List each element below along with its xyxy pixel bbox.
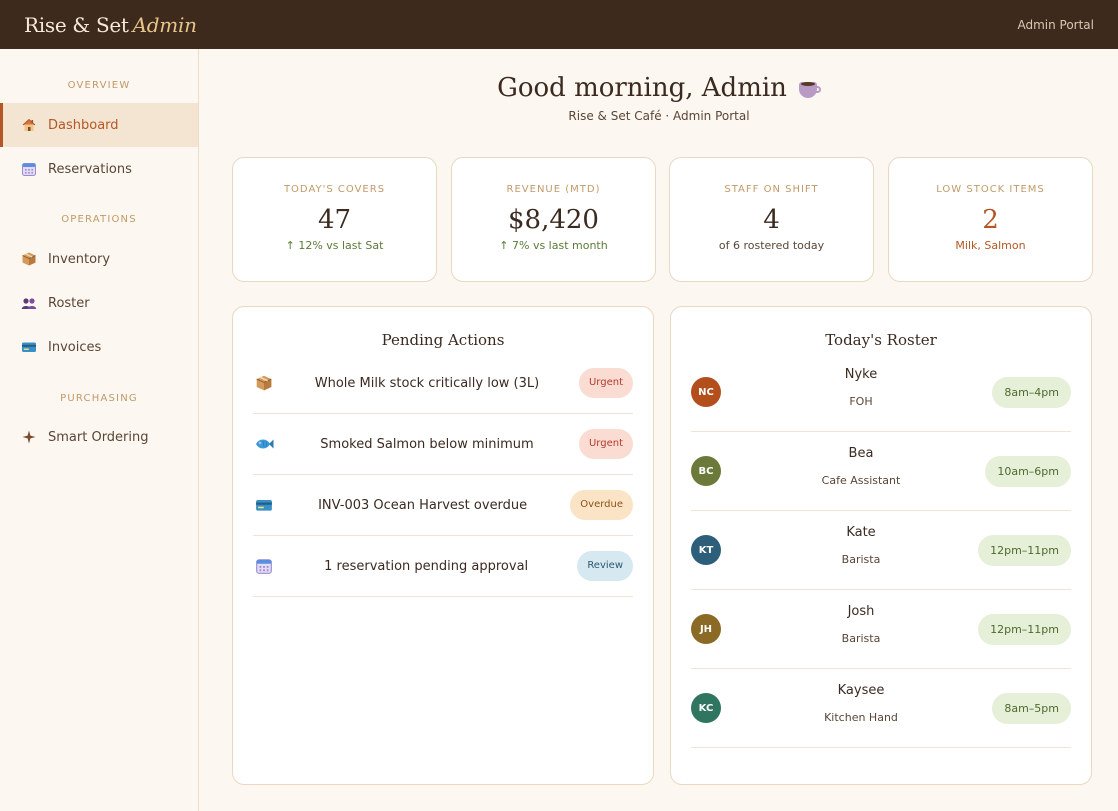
avatar: KT <box>691 535 721 565</box>
avatar: NC <box>691 377 721 407</box>
shift-badge: 12pm–11pm <box>978 535 1071 566</box>
stat-value: 4 <box>763 205 780 235</box>
stat-detail: of 6 rostered today <box>718 239 825 252</box>
stat-card-revenue: REVENUE (MTD) $8,420 ↑ 7% vs last month <box>451 157 656 282</box>
avatar: JH <box>691 614 721 644</box>
sparkle-icon <box>20 428 38 446</box>
staff-name: Josh <box>847 604 875 619</box>
calendar-icon <box>253 555 275 577</box>
status-badge: Review <box>577 551 633 581</box>
roster-row[interactable]: BC Bea Cafe Assistant 10am–6pm <box>691 432 1071 511</box>
action-text: Smoked Salmon below minimum <box>320 436 534 452</box>
staff-name: Nyke <box>844 367 878 382</box>
stat-value: 47 <box>317 205 352 235</box>
status-badge: Urgent <box>578 429 633 459</box>
action-item[interactable]: Smoked Salmon below minimum Urgent <box>253 414 633 475</box>
sidebar-item-label: Dashboard <box>48 117 119 133</box>
stat-label: LOW STOCK ITEMS <box>936 184 1045 195</box>
sidebar-item-smart-ordering[interactable]: Smart Ordering <box>0 415 198 459</box>
action-item[interactable]: 1 reservation pending approval Review <box>253 536 633 597</box>
staff-role: Kitchen Hand <box>824 711 898 724</box>
stat-detail: Milk, Salmon <box>955 239 1026 252</box>
status-badge: Overdue <box>570 490 633 520</box>
sidebar-item-invoices[interactable]: Invoices <box>0 325 198 369</box>
brand-name: Rise & Set <box>24 12 129 37</box>
sidebar-item-roster[interactable]: Roster <box>0 281 198 325</box>
pending-actions-panel: Pending Actions Whole Milk stock critica… <box>232 306 654 785</box>
status-badge: Urgent <box>578 368 633 398</box>
sidebar-item-label: Reservations <box>48 161 132 177</box>
greeting-header: Good morning, Admin Rise & Set Café · Ad… <box>200 73 1118 123</box>
page-subtitle: Rise & Set Café · Admin Portal <box>568 109 750 123</box>
stat-label: REVENUE (MTD) <box>506 184 601 195</box>
stat-label: STAFF ON SHIFT <box>724 184 819 195</box>
sidebar-item-label: Roster <box>48 295 90 311</box>
fish-icon <box>253 433 275 455</box>
shift-badge: 10am–6pm <box>985 456 1071 487</box>
staff-name: Kate <box>846 525 876 540</box>
action-item[interactable]: INV-003 Ocean Harvest overdue Overdue <box>253 475 633 536</box>
brand-accent: Admin <box>132 12 197 37</box>
roster-row[interactable]: KT Kate Barista 12pm–11pm <box>691 511 1071 590</box>
sidebar-item-inventory[interactable]: Inventory <box>0 237 198 281</box>
credit-card-icon <box>20 338 38 356</box>
stat-label: TODAY'S COVERS <box>283 184 386 195</box>
section-label-purchasing: PURCHASING <box>60 393 138 404</box>
sidebar: OVERVIEW Dashboard Reservations OPERATIO… <box>0 49 199 811</box>
panel-title: Pending Actions <box>381 331 505 349</box>
sidebar-item-dashboard[interactable]: Dashboard <box>0 103 198 147</box>
house-icon <box>20 116 38 134</box>
main-content: Good morning, Admin Rise & Set Café · Ad… <box>200 49 1118 811</box>
calendar-icon <box>20 160 38 178</box>
action-item[interactable]: Whole Milk stock critically low (3L) Urg… <box>253 353 633 414</box>
action-text: Whole Milk stock critically low (3L) <box>314 375 540 391</box>
avatar: KC <box>691 693 721 723</box>
staff-name: Bea <box>848 446 874 461</box>
stat-card-staff: STAFF ON SHIFT 4 of 6 rostered today <box>669 157 874 282</box>
sidebar-item-label: Smart Ordering <box>48 429 149 445</box>
brand-logo[interactable]: Rise & Set Admin <box>24 13 197 37</box>
greeting-title: Good morning, Admin <box>497 73 787 103</box>
action-text: 1 reservation pending approval <box>324 558 529 574</box>
admin-portal-link[interactable]: Admin Portal <box>1017 18 1094 32</box>
people-icon <box>20 294 38 312</box>
sidebar-item-label: Invoices <box>48 339 102 355</box>
stat-trend: ↑ 12% vs last Sat <box>285 239 384 252</box>
staff-role: FOH <box>849 395 873 408</box>
staff-name: Kaysee <box>837 683 885 698</box>
stat-trend: ↑ 7% vs last month <box>499 239 608 252</box>
staff-role: Cafe Assistant <box>821 474 901 487</box>
sidebar-item-label: Inventory <box>48 251 111 267</box>
section-label-operations: OPERATIONS <box>61 214 137 225</box>
page-title: Good morning, Admin <box>497 73 821 103</box>
action-text: INV-003 Ocean Harvest overdue <box>318 497 528 513</box>
package-icon <box>253 372 275 394</box>
panel-title: Today's Roster <box>825 331 937 349</box>
shift-badge: 8am–5pm <box>992 693 1071 724</box>
stat-value: 2 <box>982 205 999 235</box>
roster-row[interactable]: NC Nyke FOH 8am–4pm <box>691 353 1071 432</box>
stat-card-low-stock: LOW STOCK ITEMS 2 Milk, Salmon <box>888 157 1093 282</box>
section-label-overview: OVERVIEW <box>67 80 131 91</box>
staff-role: Barista <box>841 553 881 566</box>
shift-badge: 12pm–11pm <box>978 614 1071 645</box>
sidebar-item-reservations[interactable]: Reservations <box>0 147 198 191</box>
roster-row[interactable]: KC Kaysee Kitchen Hand 8am–5pm <box>691 669 1071 748</box>
stat-value: $8,420 <box>508 205 599 235</box>
package-icon <box>20 250 38 268</box>
shift-badge: 8am–4pm <box>992 377 1071 408</box>
avatar: BC <box>691 456 721 486</box>
roster-row[interactable]: JH Josh Barista 12pm–11pm <box>691 590 1071 669</box>
todays-roster-panel: Today's Roster NC Nyke FOH 8am–4pm BC Be… <box>670 306 1092 785</box>
staff-role: Barista <box>841 632 881 645</box>
top-bar: Rise & Set Admin Admin Portal <box>0 0 1118 49</box>
stat-card-covers: TODAY'S COVERS 47 ↑ 12% vs last Sat <box>232 157 437 282</box>
credit-card-icon <box>253 494 275 516</box>
coffee-cup-icon <box>798 78 821 98</box>
